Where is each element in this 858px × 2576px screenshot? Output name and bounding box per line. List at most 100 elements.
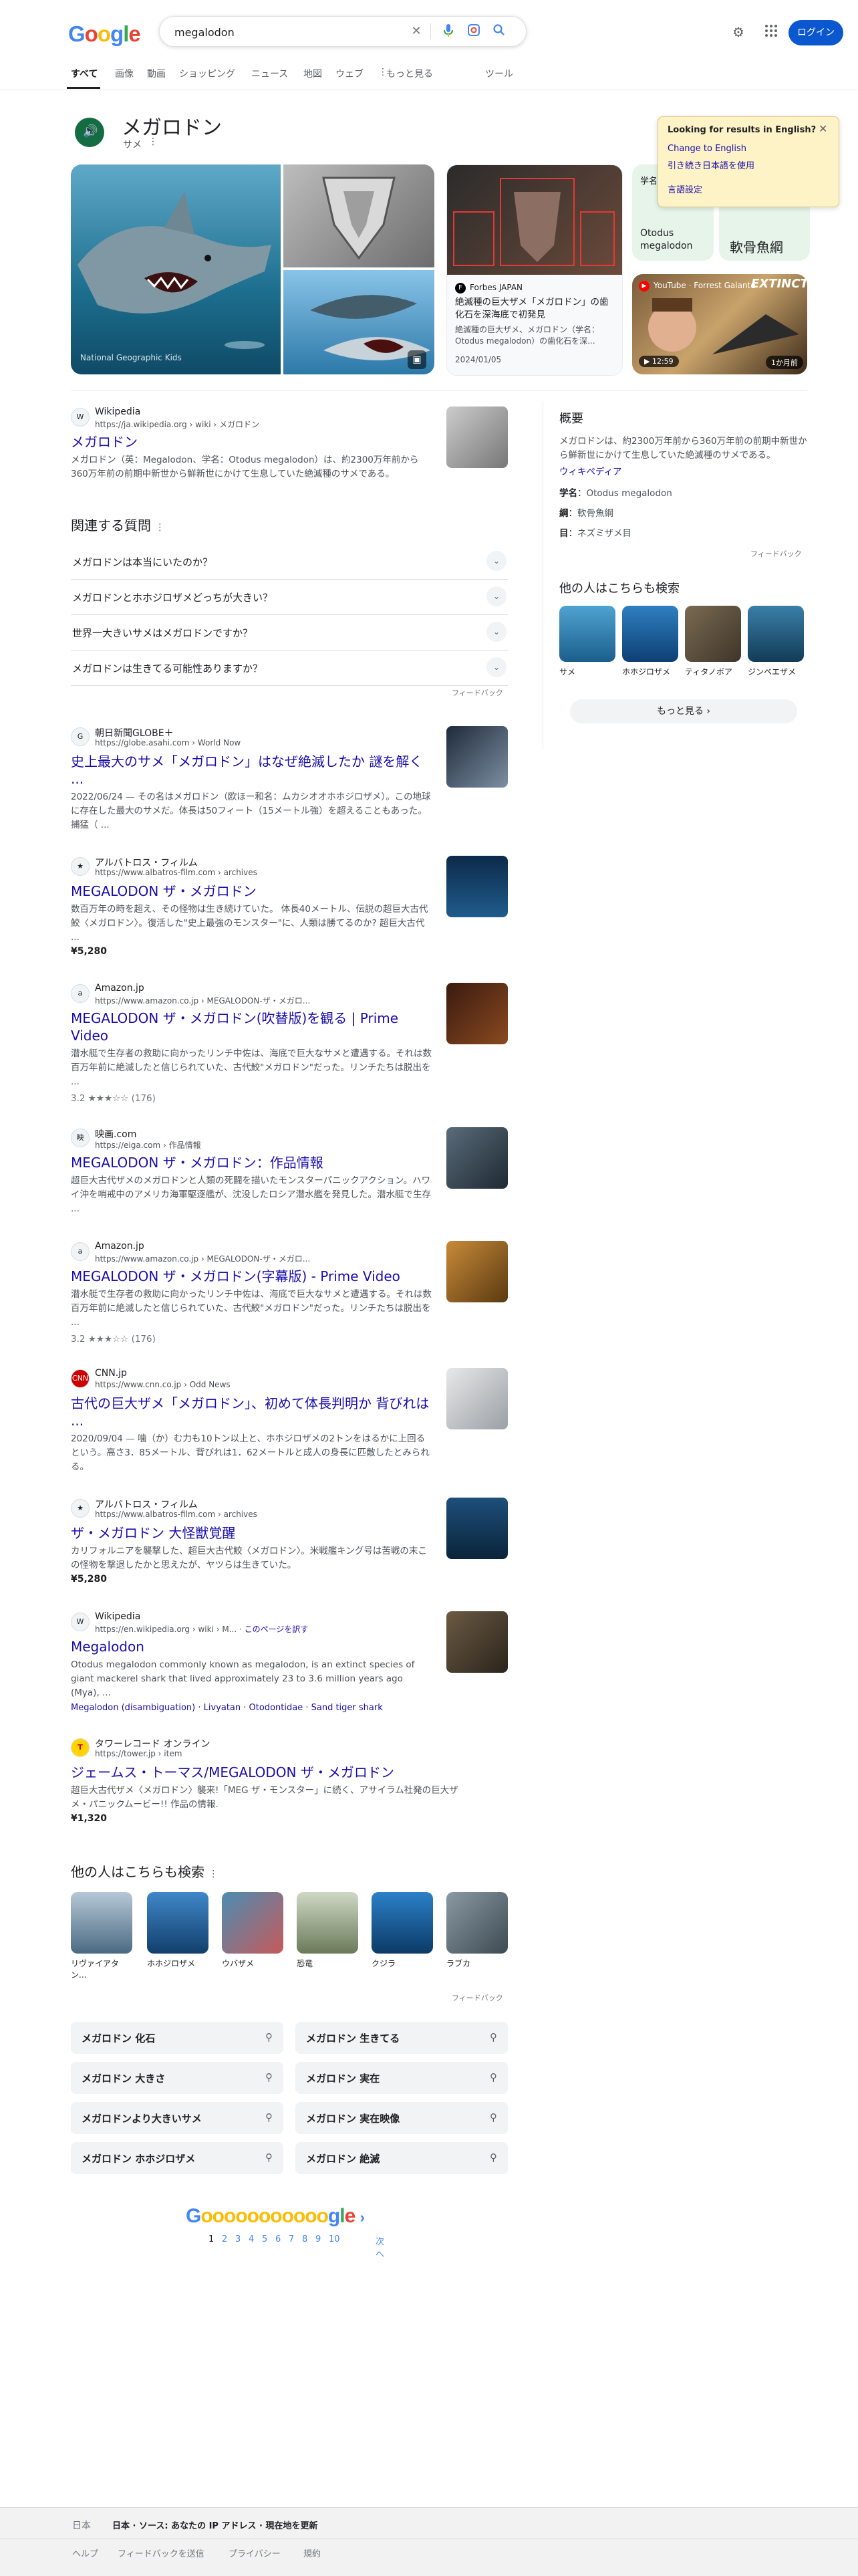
paa-more-icon[interactable]: ⋮ (155, 522, 164, 533)
result-source[interactable]: W Wikipedia https://en.wikipedia.org › wik… (71, 1611, 512, 1634)
result-title[interactable]: 古代の巨大ザメ「メガロドン」、初めて体長判明か 背びれは ... (71, 1395, 432, 1429)
related-search[interactable]: メガロドン 絶滅 ⚲ (295, 2142, 508, 2174)
also-search-more-icon[interactable]: ⋮ (208, 1869, 218, 1879)
result-source[interactable]: ★ アルバトロス・フィルム https://www.albatros-film.co… (71, 1498, 512, 1520)
clear-icon[interactable]: ✕ (408, 23, 424, 39)
result-title[interactable]: MEGALODON ザ・メガロドン：作品情報 (71, 1154, 512, 1171)
also-search-feedback[interactable]: フィードバック (452, 1992, 503, 2003)
also-search-item[interactable]: ラブカ (446, 1892, 508, 1969)
tab-news[interactable]: ニュース (251, 67, 288, 80)
tab-web[interactable]: ウェブ (335, 67, 364, 80)
page-10[interactable]: 10 (329, 2234, 340, 2244)
others-item-whale-shark[interactable]: ジンベエザメ (748, 606, 804, 677)
video-card[interactable]: ▶ YouTube · Forrest Galante EXTINCT? ▶ 1… (632, 274, 807, 374)
result-title[interactable]: ジェームス・トーマス/MEGALODON ザ・メガロドン (71, 1764, 512, 1781)
result-thumbnail[interactable] (446, 1611, 508, 1673)
related-search[interactable]: メガロドン 生きてる ⚲ (295, 2022, 508, 2054)
result-title[interactable]: MEGALODON ザ・メガロドン (71, 883, 512, 900)
tooth-image[interactable] (283, 164, 434, 267)
result-source[interactable]: CNN CNN.jp https://www.cnn.co.jp › Odd New… (71, 1368, 512, 1391)
apps-icon[interactable] (764, 24, 778, 40)
result-source[interactable]: G 朝日新聞GLOBE＋ https://globe.asahi.com › Wor… (71, 726, 512, 749)
tab-images[interactable]: 画像 (115, 67, 134, 80)
page-9[interactable]: 9 (315, 2234, 321, 2244)
others-item-great-white[interactable]: ホホジロザメ (622, 606, 678, 677)
footer-terms-link[interactable]: 規約 (303, 2547, 321, 2559)
search-box[interactable]: ✕ (159, 16, 527, 47)
sitelink[interactable]: Otodontidae (249, 1703, 303, 1713)
overview-source-link[interactable]: ウィキペディア (559, 464, 622, 477)
sitelink[interactable]: Livyatan (204, 1703, 241, 1713)
result-thumbnail[interactable] (446, 983, 508, 1044)
footer-help-link[interactable]: ヘルプ (72, 2547, 98, 2559)
related-search[interactable]: メガロドン 実在 ⚲ (295, 2062, 508, 2094)
footer-location[interactable]: 日本 · ソース: あなたの IP アドレス · 現在地を更新 (112, 2519, 317, 2531)
also-search-item[interactable]: ホホジロザメ (147, 1892, 208, 1969)
news-title[interactable]: 絶滅種の巨大ザメ「メガロドン」の歯化石を深海底で初発見 (455, 296, 615, 322)
related-search[interactable]: メガロドン 化石 ⚲ (71, 2022, 283, 2054)
related-search[interactable]: メガロドン 実在映像 ⚲ (295, 2102, 508, 2134)
result-source[interactable]: ★ アルバトロス・フィルム https://www.albatros-film.co… (71, 856, 512, 879)
others-item-shark[interactable]: サメ (559, 606, 615, 677)
chevron-down-icon[interactable]: ⌄ (486, 622, 507, 642)
also-search-item[interactable]: 恐竜 (297, 1892, 358, 1969)
next-page-link[interactable]: 次へ (376, 2234, 384, 2260)
page-7[interactable]: 7 (289, 2234, 294, 2244)
result-title[interactable]: ザ・メガロドン 大怪獣覚醒 (71, 1524, 512, 1542)
tab-tools[interactable]: ツール (485, 67, 513, 80)
settings-icon[interactable]: ⚙ (732, 24, 744, 40)
page-8[interactable]: 8 (302, 2234, 307, 2244)
close-icon[interactable]: ✕ (819, 122, 827, 135)
page-5[interactable]: 5 (262, 2234, 267, 2244)
result-title[interactable]: 史上最大のサメ「メガロドン」はなぜ絶滅したか 謎を解く ... (71, 753, 432, 788)
tab-shopping[interactable]: ショッピング (179, 67, 235, 80)
image-gallery-icon[interactable]: ▣ (408, 350, 426, 369)
google-logo[interactable]: Google (68, 21, 141, 47)
news-card[interactable]: F Forbes JAPAN 絶滅種の巨大ザメ「メガロドン」の歯化石を深海底で初… (446, 164, 623, 376)
tab-maps[interactable]: 地図 (303, 67, 322, 80)
result-thumbnail[interactable] (446, 726, 508, 788)
also-search-item[interactable]: リヴァイアタン... (71, 1892, 132, 1980)
keep-japanese-link[interactable]: 引き続き日本語を使用 (668, 158, 754, 171)
result-source[interactable]: a Amazon.jp https://www.amazon.co.jp › MEG… (71, 1241, 512, 1264)
search-input[interactable] (173, 17, 416, 47)
fact-value[interactable]: Otodus megalodon (587, 488, 672, 499)
search-icon[interactable] (491, 23, 507, 39)
related-search[interactable]: メガロドン 大きさ ⚲ (71, 2062, 283, 2094)
footer-feedback-link[interactable]: フィードバックを送信 (118, 2547, 204, 2559)
result-thumbnail[interactable] (446, 406, 508, 468)
overview-feedback[interactable]: フィードバック (750, 548, 802, 559)
paa-question[interactable]: 世界一大きいサメはメガロドンですか？ ⌄ (71, 615, 508, 651)
page-2[interactable]: 2 (222, 2234, 227, 2244)
fact-value[interactable]: ネズミザメ目 (577, 528, 631, 539)
megalodon-main-image[interactable]: National Geographic Kids (71, 164, 281, 374)
result-thumbnail[interactable] (446, 1368, 508, 1429)
others-item-titanoboa[interactable]: ティタノボア (685, 606, 741, 677)
also-search-item[interactable]: クジラ (372, 1892, 433, 1969)
result-thumbnail[interactable] (446, 1241, 508, 1302)
page-6[interactable]: 6 (275, 2234, 281, 2244)
paa-question[interactable]: メガロドンは生きてる可能性ありますか？ ⌄ (71, 651, 508, 686)
chevron-down-icon[interactable]: ⌄ (486, 551, 507, 571)
login-button[interactable]: ログイン (789, 20, 843, 45)
lens-icon[interactable] (466, 23, 482, 39)
result-thumbnail[interactable] (446, 856, 508, 917)
result-thumbnail[interactable] (446, 1127, 508, 1189)
related-search[interactable]: メガロドン ホホジロザメ ⚲ (71, 2142, 283, 2174)
more-button[interactable]: もっと見る › (570, 699, 797, 723)
result-title[interactable]: Megalodon (71, 1638, 512, 1655)
translate-link[interactable]: このページを訳す (245, 1625, 309, 1634)
tab-all[interactable]: すべて (71, 67, 98, 80)
result-source[interactable]: T タワーレコード オンライン https://tower.jp › item (71, 1737, 512, 1760)
underwater-shark-image[interactable]: ▣ (283, 270, 434, 374)
result-title[interactable]: MEGALODON ザ・メガロドン(吹替版)を観る | Prime Video (71, 1010, 432, 1044)
chevron-down-icon[interactable]: ⌄ (486, 657, 507, 677)
paa-question[interactable]: メガロドンとホホジロザメどっちが大きい？ ⌄ (71, 580, 508, 615)
result-title[interactable]: メガロドン (71, 433, 512, 451)
related-search[interactable]: メガロドンより大きいサメ ⚲ (71, 2102, 283, 2134)
result-source[interactable]: a Amazon.jp https://www.amazon.co.jp › MEG… (71, 983, 512, 1006)
result-thumbnail[interactable] (446, 1498, 508, 1559)
also-search-item[interactable]: ウバザメ (222, 1892, 283, 1969)
sitelink[interactable]: Megalodon (disambiguation) (71, 1703, 195, 1713)
fact-value[interactable]: 軟骨魚綱 (577, 508, 613, 519)
